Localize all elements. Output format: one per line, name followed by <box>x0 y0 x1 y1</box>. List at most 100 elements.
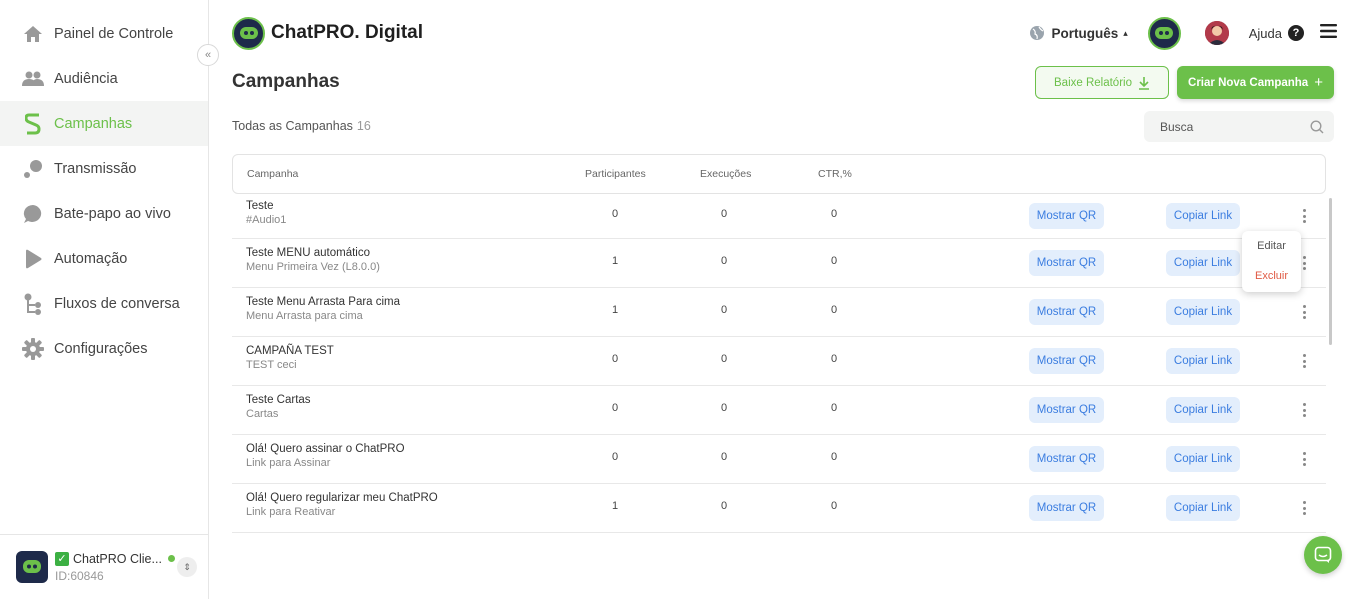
dot <box>1302 463 1306 466</box>
copy-link-button[interactable]: Copiar Link <box>1166 397 1240 423</box>
create-campaign-button[interactable]: Criar Nova Campanha + <box>1177 66 1334 99</box>
hamburger-menu-icon[interactable] <box>1320 23 1337 43</box>
help-link[interactable]: Ajuda ? <box>1249 25 1304 41</box>
language-selector[interactable]: Português ▴ <box>1029 25 1128 41</box>
campaign-name-cell[interactable]: Teste MENU automático Menu Primeira Vez (… <box>246 247 380 273</box>
campaign-name: Teste Cartas <box>246 394 311 406</box>
table-row[interactable]: Teste Cartas Cartas 0 0 0 Mostrar QR Copiar Li… <box>232 386 1326 435</box>
dot <box>1302 316 1306 319</box>
collapse-sidebar-button[interactable]: « <box>197 44 219 66</box>
more-options-icon[interactable] <box>1298 206 1310 226</box>
search-box <box>1144 111 1334 142</box>
account-switch-icon[interactable]: ⇕ <box>177 557 197 577</box>
campaign-trigger: Menu Primeira Vez (L8.0.0) <box>246 261 380 273</box>
campaign-name-cell[interactable]: Teste Menu Arrasta Para cima Menu Arrasta… <box>246 296 400 322</box>
scrollbar[interactable] <box>1329 198 1332 345</box>
more-options-icon[interactable] <box>1298 498 1310 518</box>
show-qr-button[interactable]: Mostrar QR <box>1029 397 1104 423</box>
dot <box>1302 403 1306 406</box>
show-qr-button[interactable]: Mostrar QR <box>1029 203 1104 229</box>
support-chat-button[interactable] <box>1304 536 1342 574</box>
sidebar-item-fluxos[interactable]: Fluxos de conversa <box>0 281 208 326</box>
campaign-name-cell[interactable]: Teste Cartas Cartas <box>246 394 311 420</box>
download-report-label: Baixe Relatório <box>1054 76 1132 89</box>
dot <box>1302 501 1306 504</box>
brand-logo[interactable]: ChatPRO. Digital <box>232 16 423 50</box>
table-row[interactable]: Teste #Audio1 0 0 0 Mostrar QR Copiar Link <box>232 192 1326 239</box>
account-switcher[interactable]: ✓ ChatPRO Clie... ID:60846 ⇕ <box>0 534 208 599</box>
campaign-icon <box>22 113 44 135</box>
search-input[interactable] <box>1160 119 1310 134</box>
copy-link-button[interactable]: Copiar Link <box>1166 446 1240 472</box>
more-options-icon[interactable] <box>1298 449 1310 469</box>
executions-value: 0 <box>720 353 728 365</box>
campaign-name-cell[interactable]: Teste #Audio1 <box>246 200 286 226</box>
dot <box>1302 452 1306 455</box>
copy-link-button[interactable]: Copiar Link <box>1166 203 1240 229</box>
ctr-value: 0 <box>830 402 838 414</box>
sidebar-item-configuracoes[interactable]: Configurações <box>0 326 208 371</box>
help-label: Ajuda <box>1248 25 1282 41</box>
user-avatar[interactable] <box>1204 21 1229 45</box>
ctr-value: 0 <box>830 208 838 220</box>
table-row[interactable]: Olá! Quero assinar o ChatPRO Link para As… <box>232 435 1326 484</box>
show-qr-button[interactable]: Mostrar QR <box>1029 299 1104 325</box>
sidebar-item-label: Transmissão <box>54 160 137 177</box>
sidebar-item-label: Bate-papo ao vivo <box>54 205 171 222</box>
ctr-value: 0 <box>830 255 838 267</box>
globe-icon <box>1030 26 1045 40</box>
dot <box>1302 256 1306 259</box>
users-icon <box>22 68 44 90</box>
show-qr-button[interactable]: Mostrar QR <box>1029 495 1104 521</box>
campaign-name-cell[interactable]: CAMPAÑA TEST TEST ceci <box>246 345 334 371</box>
bot-status-icon[interactable] <box>1147 16 1181 50</box>
sidebar-item-campanhas[interactable]: Campanhas <box>0 101 208 146</box>
sidebar-item-audiencia[interactable]: Audiência <box>0 56 208 101</box>
download-report-button[interactable]: Baixe Relatório <box>1035 66 1169 99</box>
campaign-name: Olá! Quero assinar o ChatPRO <box>246 443 405 455</box>
sidebar-item-painel[interactable]: Painel de Controle <box>0 11 208 56</box>
copy-link-button[interactable]: Copiar Link <box>1166 299 1240 325</box>
table-row[interactable]: Teste MENU automático Menu Primeira Vez (… <box>232 239 1326 288</box>
edit-menu-item[interactable]: Editar <box>1242 231 1301 261</box>
campaign-name: Teste Menu Arrasta Para cima <box>246 296 401 308</box>
help-icon: ? <box>1288 25 1304 41</box>
campaign-name-cell[interactable]: Olá! Quero regularizar meu ChatPRO Link p… <box>246 492 438 518</box>
sidebar-item-automacao[interactable]: Automação <box>0 236 208 281</box>
table-row[interactable]: Teste Menu Arrasta Para cima Menu Arrasta… <box>232 288 1326 337</box>
column-header-execucoes[interactable]: Execuções <box>700 168 751 180</box>
sidebar-item-bate-papo[interactable]: Bate-papo ao vivo <box>0 191 208 236</box>
more-options-icon[interactable] <box>1298 302 1310 322</box>
more-options-icon[interactable] <box>1298 351 1310 371</box>
dot <box>1302 310 1306 314</box>
sidebar-item-transmissao[interactable]: Transmissão <box>0 146 208 191</box>
more-options-icon[interactable] <box>1298 400 1310 420</box>
table-row[interactable]: CAMPAÑA TEST TEST ceci 0 0 0 Mostrar QR Copiar… <box>232 337 1326 386</box>
campaign-name-cell[interactable]: Olá! Quero assinar o ChatPRO Link para As… <box>246 443 405 469</box>
home-icon <box>22 23 44 45</box>
column-header-ctr[interactable]: CTR,% <box>818 168 852 180</box>
ctr-value: 0 <box>830 451 838 463</box>
participants-value: 0 <box>611 451 619 463</box>
column-header-campanha[interactable]: Campanha <box>247 168 298 180</box>
participants-value: 1 <box>611 500 619 512</box>
copy-link-button[interactable]: Copiar Link <box>1166 348 1240 374</box>
executions-value: 0 <box>720 500 728 512</box>
campaigns-count: 16 <box>356 119 371 133</box>
dot <box>1302 305 1306 308</box>
column-header-participantes[interactable]: Participantes <box>585 168 646 180</box>
table-row[interactable]: Olá! Quero regularizar meu ChatPRO Link p… <box>232 484 1326 533</box>
executions-value: 0 <box>720 402 728 414</box>
copy-link-button[interactable]: Copiar Link <box>1166 495 1240 521</box>
copy-link-button[interactable]: Copiar Link <box>1166 250 1240 276</box>
show-qr-button[interactable]: Mostrar QR <box>1029 446 1104 472</box>
show-qr-button[interactable]: Mostrar QR <box>1029 250 1104 276</box>
search-icon[interactable] <box>1310 119 1324 134</box>
automation-icon <box>22 248 44 270</box>
participants-value: 1 <box>611 304 619 316</box>
sidebar-item-label: Automação <box>54 250 128 267</box>
show-qr-button[interactable]: Mostrar QR <box>1029 348 1104 374</box>
executions-value: 0 <box>720 208 728 220</box>
campaign-trigger: Cartas <box>246 408 279 420</box>
delete-menu-item[interactable]: Excluir <box>1242 261 1301 291</box>
